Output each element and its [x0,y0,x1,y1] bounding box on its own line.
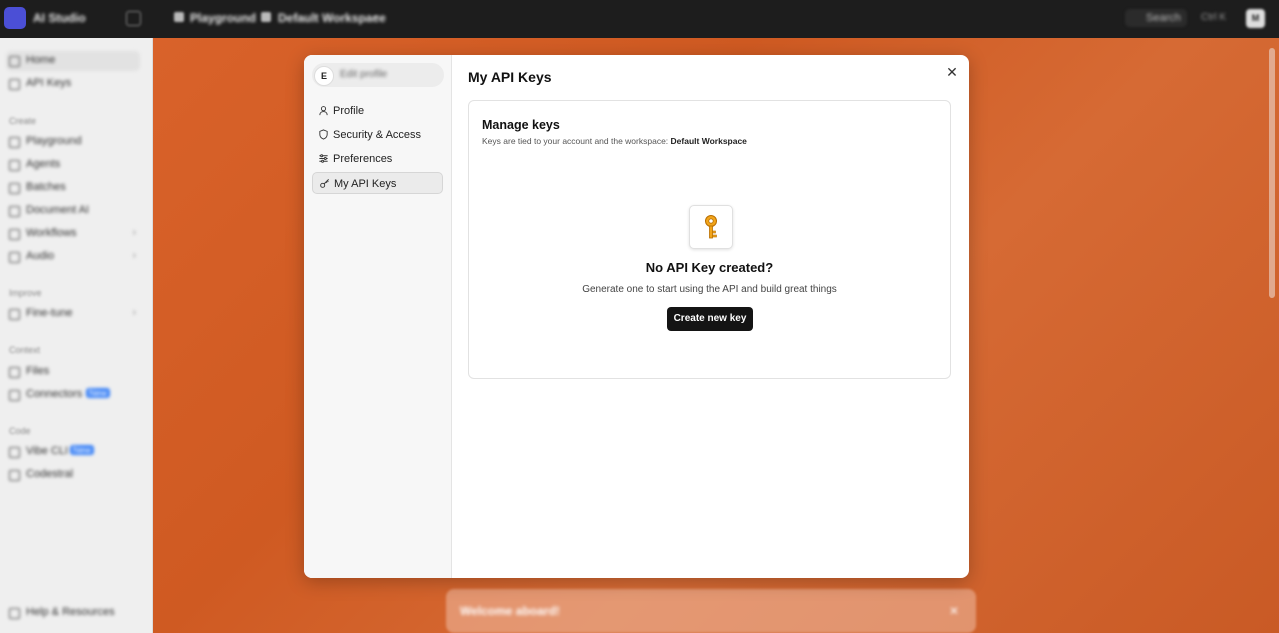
app-title: AI Studio [33,11,86,25]
terminal-icon [9,447,20,458]
chevron-right-icon: › [132,227,136,238]
user-avatar: E [314,66,334,86]
welcome-text: Welcome aboard! [460,604,560,618]
manage-keys-card: Manage keys Keys are tied to your accoun… [468,100,951,379]
home-icon [9,56,20,67]
sidebar-item-label: Agents [26,158,61,170]
key-icon [320,179,329,188]
workspace-selector[interactable]: Default Workspace [278,11,386,25]
empty-state-subtitle: Generate one to start using the API and … [582,284,837,295]
sliders-icon [319,154,328,163]
sidebar-item-label: Fine-tune [26,307,73,319]
shield-icon [319,129,328,140]
sidebar-group-context: Context [9,345,41,355]
sidebar-item-files[interactable]: Files [6,362,140,382]
sidebar-item-help[interactable]: Help & Resources [6,603,140,623]
help-icon [9,608,20,619]
close-icon[interactable]: ✕ [949,604,959,618]
sidebar-item-agents[interactable]: Agents [6,155,140,175]
breadcrumb-playground[interactable]: Playground [190,11,256,25]
sidebar-item-label: Codestral [26,468,74,480]
modal-title: My API Keys [468,69,552,85]
sidebar-item-label: Audio [26,250,55,262]
sidebar-item-audio[interactable]: Audio › [6,247,140,267]
sidebar-item-batches[interactable]: Batches [6,178,140,198]
user-name: Edit profile [340,69,388,80]
nav-item-profile[interactable]: Profile [312,100,443,122]
nav-item-security[interactable]: Security & Access [312,124,443,146]
settings-nav: E Edit profile Profile Security & Access… [304,55,452,578]
sidebar-item-label: Files [26,365,50,377]
sidebar-item-playground[interactable]: Playground [6,132,140,152]
sidebar-item-label: Vibe CLI [26,445,68,457]
workspace-name: Default Workspace [670,136,747,146]
files-icon [9,367,20,378]
batches-icon [9,183,20,194]
close-button[interactable]: ✕ [944,64,960,80]
new-badge: New [86,388,111,398]
empty-state-title: No API Key created? [645,260,774,275]
card-subtitle-text: Keys are tied to your account and the wo… [482,136,669,146]
sidebar-item-label: Workflows [26,227,77,239]
sidebar-group-create: Create [9,116,37,126]
sidebar-item-label: Connectors [26,388,83,400]
code-icon [9,470,20,481]
search-label: Search [1146,12,1181,24]
sidebar-item-label: Batches [26,181,66,193]
sidebar-item-connectors[interactable]: Connectors New [6,385,140,405]
user-icon [319,106,328,116]
collapse-sidebar-icon[interactable] [126,11,141,26]
user-avatar[interactable]: M [1246,9,1265,28]
connectors-icon [9,390,20,401]
nav-item-label: Security & Access [333,129,422,141]
settings-modal: E Edit profile Profile Security & Access… [304,55,969,578]
sidebar: Home API Keys Create Playground Agents B… [0,38,153,633]
scrollbar[interactable] [1269,48,1275,298]
top-bar: AI Studio Playground Default Workspace ⌄… [0,0,1279,38]
sidebar-group-improve: Improve [9,288,42,298]
nav-item-my-api-keys[interactable]: My API Keys [312,172,443,194]
workspace-icon [261,12,271,22]
chevron-right-icon: › [132,250,136,261]
nav-item-preferences[interactable]: Preferences [312,148,443,170]
sidebar-item-workflows[interactable]: Workflows › [6,224,140,244]
sidebar-item-vibe-cli[interactable]: Vibe CLI New [6,442,140,462]
app-logo[interactable] [4,7,26,29]
nav-item-label: Profile [333,105,365,117]
sidebar-item-label: Help & Resources [26,606,115,618]
workflows-icon [9,229,20,240]
card-title: Manage keys [482,118,560,132]
audio-icon [9,252,20,263]
sidebar-item-codestral[interactable]: Codestral [6,465,140,485]
create-new-key-button[interactable]: Create new key [667,307,753,331]
sidebar-item-document-ai[interactable]: Document AI [6,201,140,221]
new-badge: New [70,445,95,455]
fine-tune-icon [9,309,20,320]
playground-icon [9,137,20,148]
nav-item-label: My API Keys [334,178,397,190]
key-icon [9,79,20,90]
sidebar-item-api-keys[interactable]: API Keys [6,74,140,94]
empty-state-illustration [689,205,733,249]
agents-icon [9,160,20,171]
sidebar-item-label: Home [26,54,56,66]
sidebar-group-code: Code [9,426,31,436]
golden-key-icon [705,215,717,239]
sidebar-item-label: API Keys [26,77,72,89]
sidebar-item-label: Playground [26,135,82,147]
sidebar-item-fine-tune[interactable]: Fine-tune › [6,304,140,324]
nav-item-label: Preferences [333,153,393,165]
document-icon [9,206,20,217]
playground-icon [174,12,184,22]
sidebar-item-label: Document AI [26,204,89,216]
sidebar-item-home[interactable]: Home [6,51,140,71]
chevron-down-icon[interactable]: ⌄ [372,11,380,22]
card-subtitle: Keys are tied to your account and the wo… [482,136,747,146]
chevron-right-icon: › [132,307,136,318]
shortcut-hint: Ctrl K [1201,12,1226,23]
